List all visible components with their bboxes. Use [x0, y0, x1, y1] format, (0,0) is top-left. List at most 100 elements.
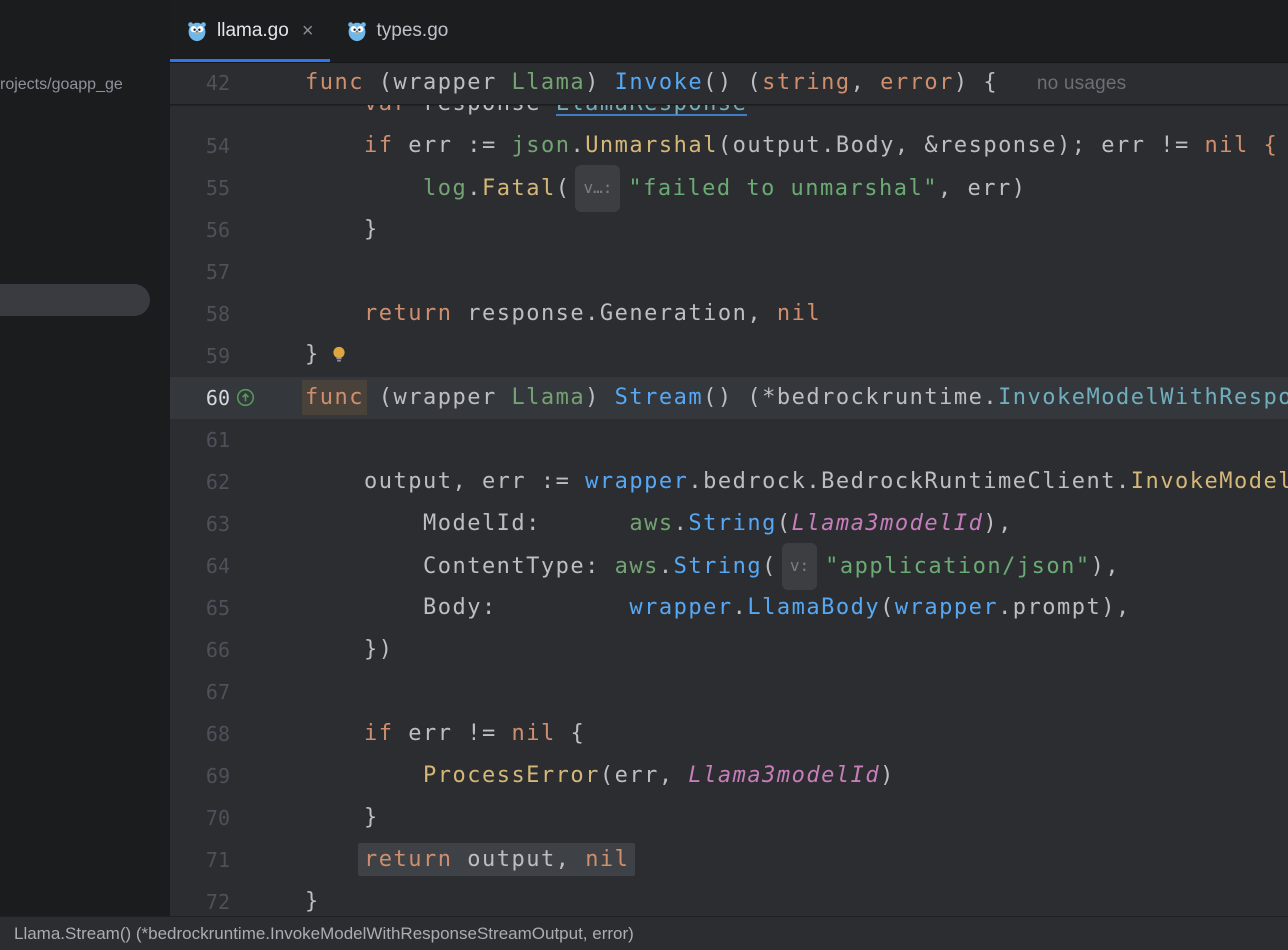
code-line[interactable]: 42 func (wrapper Llama) Invoke() (string,…	[170, 62, 1288, 105]
sticky-header-line[interactable]: 42 func (wrapper Llama) Invoke() (string,…	[170, 62, 1288, 105]
code-token: nil	[585, 847, 629, 872]
code-text: Body: wrapper.LlamaBody(wrapper.prompt),	[305, 587, 1131, 629]
code-token: (output.Body, &response); err !=	[718, 133, 1205, 158]
code-token: func	[302, 380, 367, 415]
code-token: aws	[615, 554, 659, 579]
status-bar-text: Llama.Stream() (*bedrockruntime.InvokeMo…	[14, 924, 634, 944]
inlay-hint[interactable]: v…:	[575, 165, 620, 212]
code-line[interactable]: 57	[170, 251, 1288, 293]
code-token: output, err :=	[305, 469, 585, 494]
line-number[interactable]: 54	[170, 134, 230, 158]
override-marker-icon[interactable]	[236, 388, 255, 407]
code-text: func (wrapper Llama) Invoke() (string, e…	[305, 62, 1126, 105]
clipped-scrolled-line[interactable]: var response LlamaResponse	[170, 105, 1288, 125]
code-line[interactable]: 70 }	[170, 797, 1288, 839]
code-line[interactable]: 72}	[170, 881, 1288, 916]
lightbulb-icon[interactable]	[330, 336, 348, 378]
code-line[interactable]: 62 output, err := wrapper.bedrock.Bedroc…	[170, 461, 1288, 503]
line-number[interactable]: 71	[170, 848, 230, 872]
code-line[interactable]: 71 return output, nil	[170, 839, 1288, 881]
code-token: }	[305, 889, 320, 914]
inlay-hint[interactable]: v:	[782, 543, 817, 590]
code-line[interactable]: var response LlamaResponse	[170, 105, 1288, 125]
code-token: InvokeModelWithResponseStream(	[1131, 469, 1288, 494]
line-number[interactable]: 55	[170, 176, 230, 200]
line-number[interactable]: 64	[170, 554, 230, 578]
line-number[interactable]: 42	[170, 71, 230, 95]
code-text: var response LlamaResponse	[305, 105, 747, 125]
code-line[interactable]: 60 func (wrapper Llama) Stream() (*bedroc…	[170, 377, 1288, 419]
code-token: ) {	[954, 70, 1013, 95]
code-text: ProcessError(err, Llama3modelId)	[305, 755, 895, 797]
code-token: Invoke	[615, 70, 703, 95]
code-token: (	[762, 554, 777, 579]
line-number[interactable]: 66	[170, 638, 230, 662]
code-token: nil {	[1205, 133, 1279, 158]
code-text: func (wrapper Llama) Stream() (*bedrockr…	[305, 377, 1288, 419]
line-number[interactable]: 58	[170, 302, 230, 326]
code-token: Llama	[511, 70, 585, 95]
code-editor[interactable]: 42 func (wrapper Llama) Invoke() (string,…	[170, 62, 1288, 916]
code-line[interactable]: 68 if err != nil {	[170, 713, 1288, 755]
code-token: (wrapper	[364, 70, 511, 95]
tab-label: types.go	[377, 20, 449, 42]
line-number[interactable]: 60	[170, 386, 230, 410]
code-lines: 54 if err := json.Unmarshal(output.Body,…	[170, 125, 1288, 916]
tab-types-go[interactable]: types.go	[330, 0, 465, 62]
code-text: if err := json.Unmarshal(output.Body, &r…	[305, 125, 1278, 167]
project-item-highlight[interactable]	[0, 284, 150, 316]
code-token: no usages	[1037, 73, 1126, 94]
line-number[interactable]: 68	[170, 722, 230, 746]
code-token: ModelId:	[305, 511, 629, 536]
code-token: LlamaBody	[747, 595, 880, 620]
code-token: wrapper	[895, 595, 998, 620]
tab-label: llama.go	[217, 20, 289, 42]
code-text: }	[305, 209, 379, 251]
code-token: () (*bedrockruntime.	[703, 385, 998, 410]
code-text: ModelId: aws.String(Llama3modelId),	[305, 503, 1013, 545]
code-token: json	[511, 133, 570, 158]
line-number[interactable]: 63	[170, 512, 230, 536]
code-line[interactable]: 65 Body: wrapper.LlamaBody(wrapper.promp…	[170, 587, 1288, 629]
code-line[interactable]: 69 ProcessError(err, Llama3modelId)	[170, 755, 1288, 797]
line-number[interactable]: 67	[170, 680, 230, 704]
line-number[interactable]: 56	[170, 218, 230, 242]
code-line[interactable]: 55 log.Fatal(v…:"failed to unmarshal", e…	[170, 167, 1288, 209]
code-token: .	[733, 595, 748, 620]
close-tab-icon[interactable]: ×	[302, 21, 314, 41]
code-token: if	[364, 133, 394, 158]
line-number[interactable]: 57	[170, 260, 230, 284]
line-number[interactable]: 65	[170, 596, 230, 620]
code-token: (	[556, 176, 571, 201]
code-token: var	[364, 105, 408, 116]
code-line[interactable]: 59}	[170, 335, 1288, 377]
code-line[interactable]: 64 ContentType: aws.String(v:"applicatio…	[170, 545, 1288, 587]
project-panel: rojects/goapp_ge	[0, 0, 170, 916]
line-number[interactable]: 69	[170, 764, 230, 788]
code-line[interactable]: 67	[170, 671, 1288, 713]
code-line[interactable]: 58 return response.Generation, nil	[170, 293, 1288, 335]
highlighted-code-range: return output, nil	[358, 843, 635, 876]
code-token: .	[674, 511, 689, 536]
code-token: if	[364, 721, 394, 746]
line-number[interactable]: 62	[170, 470, 230, 494]
code-line[interactable]: 54 if err := json.Unmarshal(output.Body,…	[170, 125, 1288, 167]
code-token: }	[305, 217, 379, 242]
code-text: if err != nil {	[305, 713, 585, 755]
code-token: Fatal	[482, 176, 556, 201]
code-line[interactable]: 63 ModelId: aws.String(Llama3modelId),	[170, 503, 1288, 545]
line-number[interactable]: 70	[170, 806, 230, 830]
code-line[interactable]: 66 })	[170, 629, 1288, 671]
code-token: )	[585, 70, 615, 95]
tab-llama-go[interactable]: llama.go ×	[170, 0, 330, 62]
code-line[interactable]: 61	[170, 419, 1288, 461]
line-number[interactable]: 59	[170, 344, 230, 368]
code-text: ContentType: aws.String(v:"application/j…	[305, 543, 1120, 590]
code-text: }	[305, 881, 320, 916]
status-bar: Llama.Stream() (*bedrockruntime.InvokeMo…	[0, 916, 1288, 950]
code-token	[305, 301, 364, 326]
line-number[interactable]: 72	[170, 890, 230, 914]
code-line[interactable]: 56 }	[170, 209, 1288, 251]
code-token: String	[674, 554, 762, 579]
line-number[interactable]: 61	[170, 428, 230, 452]
